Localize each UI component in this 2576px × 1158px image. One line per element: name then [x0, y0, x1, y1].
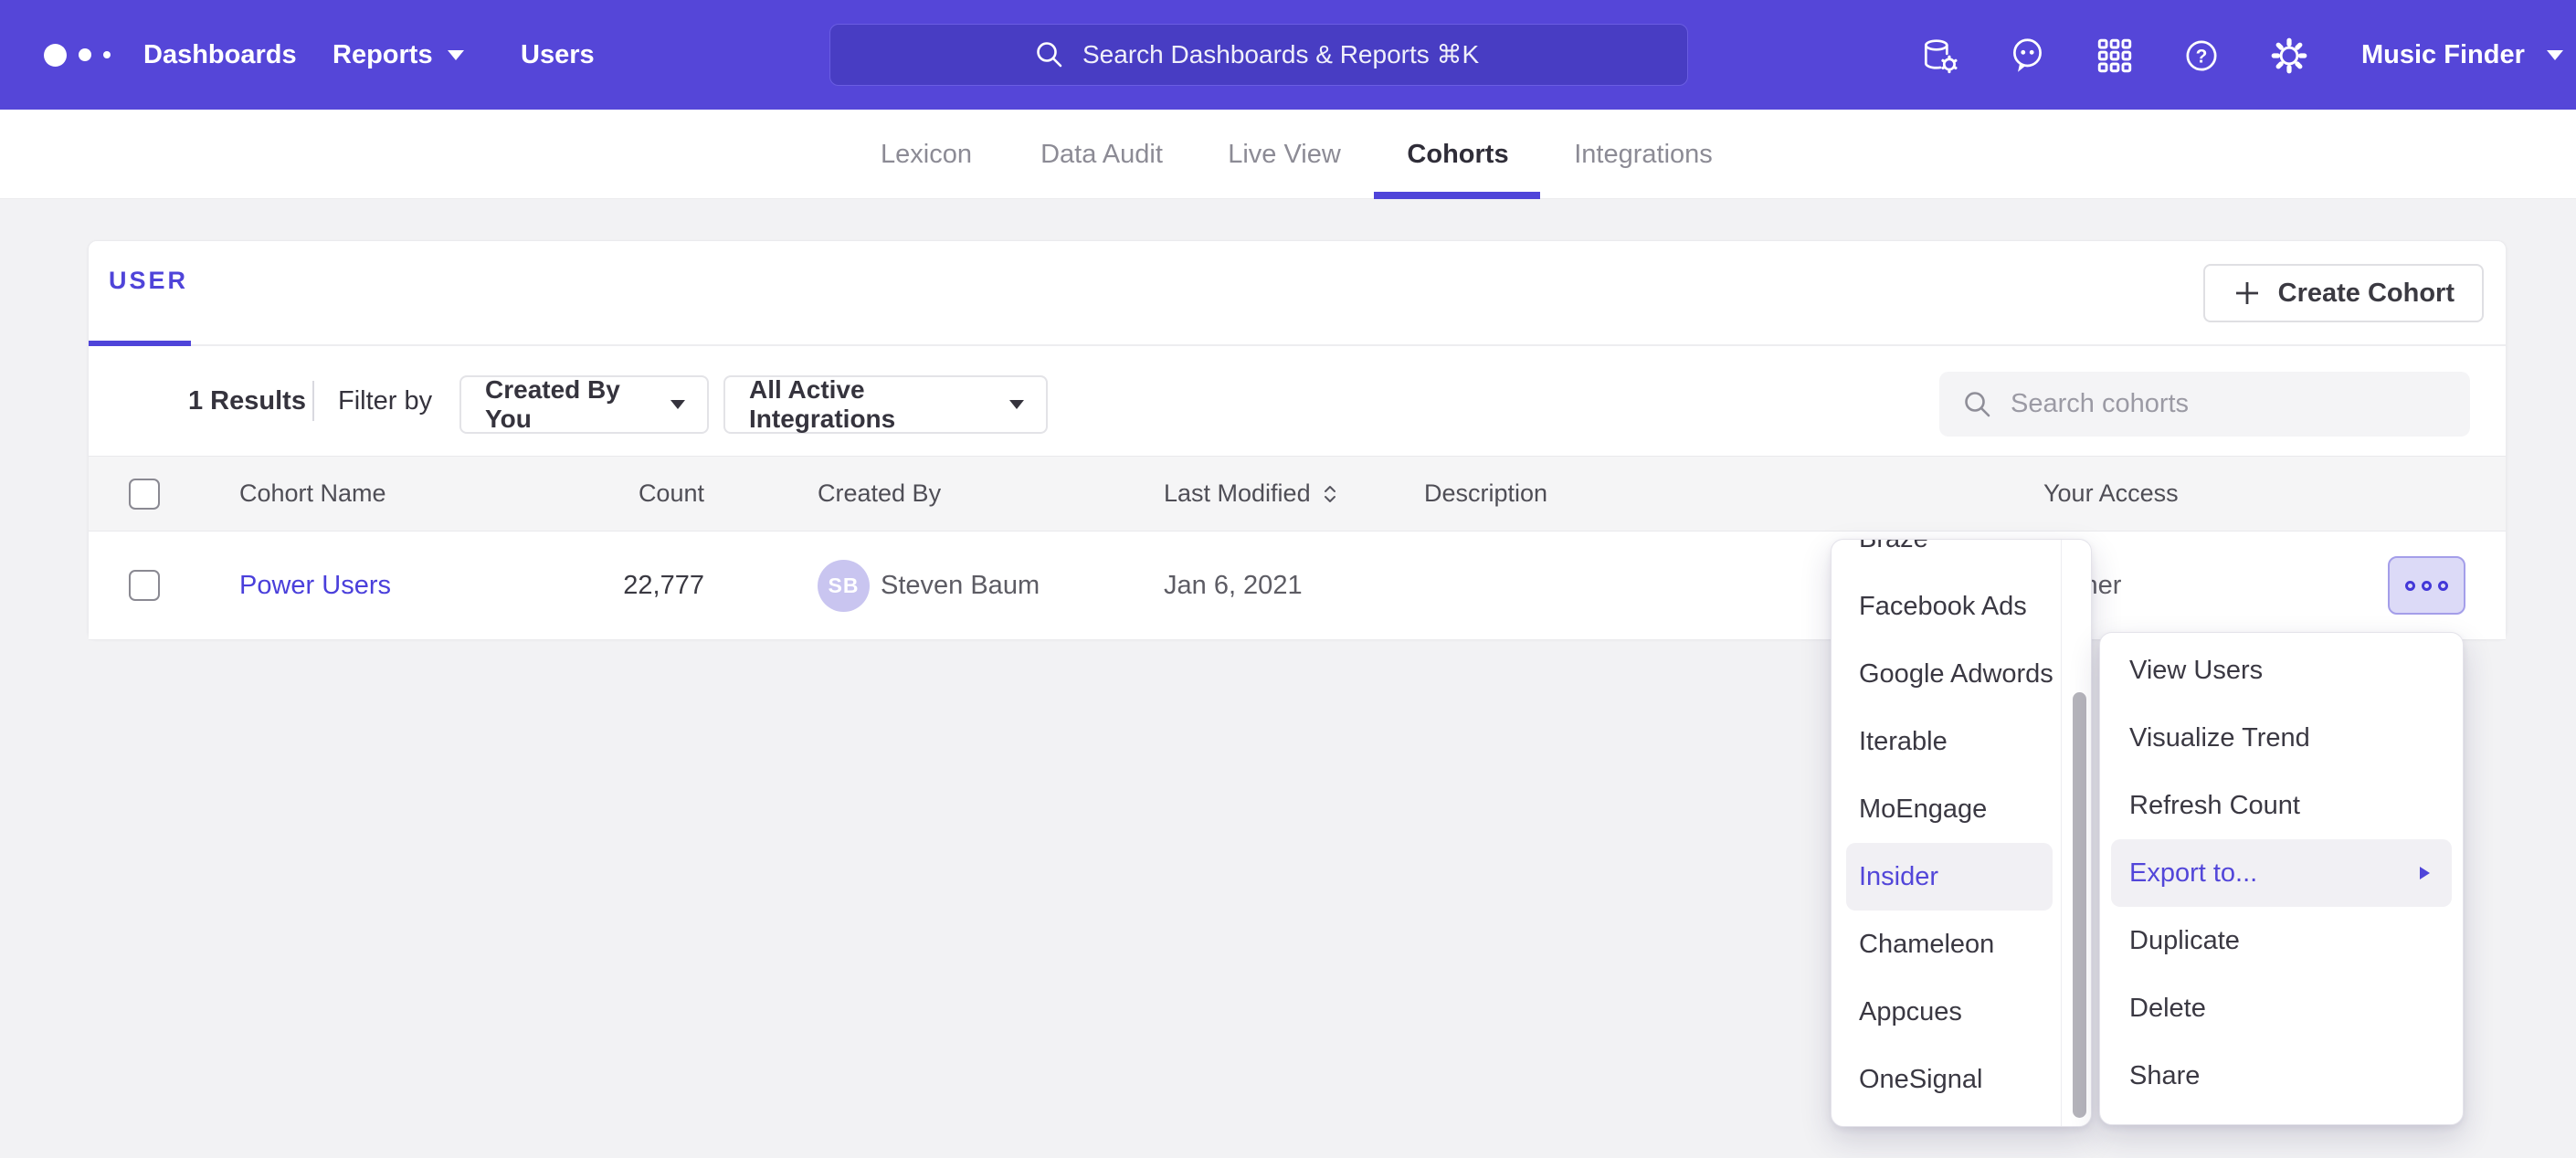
settings-icon[interactable] — [2268, 35, 2310, 77]
menu-item-visualize-trend[interactable]: Visualize Trend — [2100, 704, 2463, 772]
menu-item-view-users[interactable]: View Users — [2100, 637, 2463, 704]
row-checkbox[interactable] — [129, 570, 160, 601]
col-description: Description — [1424, 457, 1547, 531]
scrollbar-thumb[interactable] — [2073, 692, 2086, 1118]
top-navbar: Dashboards Reports Users — [0, 0, 2576, 110]
submenu-arrow-icon — [2417, 864, 2432, 882]
user-tab-indicator — [89, 341, 191, 346]
export-integrations-menu: Braze Facebook Ads Google Adwords Iterab… — [1831, 539, 2092, 1127]
apps-grid-icon[interactable] — [2094, 35, 2136, 77]
create-cohort-button[interactable]: Create Cohort — [2203, 264, 2484, 322]
col-last-modified[interactable]: Last Modified — [1164, 457, 1338, 531]
results-count: 1 Results — [188, 346, 306, 456]
cohorts-panel: USER Create Cohort 1 Results Filter by C… — [88, 240, 2507, 639]
menu-item-insider[interactable]: Insider — [1846, 843, 2053, 911]
select-all-checkbox[interactable] — [129, 479, 160, 510]
menu-item-appcues[interactable]: Appcues — [1832, 978, 2062, 1046]
menu-item-facebook-ads[interactable]: Facebook Ads — [1832, 573, 2062, 640]
divider — [2061, 540, 2062, 1126]
menu-item-duplicate[interactable]: Duplicate — [2100, 907, 2463, 974]
cohort-search-input[interactable] — [2011, 389, 2448, 419]
chevron-down-icon — [670, 400, 685, 409]
global-search-input[interactable] — [1082, 40, 1484, 69]
col-created-by: Created By — [818, 457, 941, 531]
active-tab-indicator — [1374, 192, 1540, 199]
chevron-down-icon — [2547, 50, 2563, 60]
divider — [312, 381, 314, 421]
cohort-name-link[interactable]: Power Users — [239, 571, 391, 601]
tab-data-audit[interactable]: Data Audit — [1040, 110, 1163, 199]
tab-integrations[interactable]: Integrations — [1574, 110, 1713, 199]
last-modified-date: Jan 6, 2021 — [1164, 571, 1303, 601]
menu-item-onesignal[interactable]: OneSignal — [1832, 1046, 2062, 1113]
data-governance-icon[interactable] — [1919, 35, 1961, 77]
menu-item-iterable[interactable]: Iterable — [1832, 708, 2062, 775]
menu-item-chameleon[interactable]: Chameleon — [1832, 911, 2062, 978]
nav-dashboards[interactable]: Dashboards — [143, 0, 297, 110]
col-count: Count — [527, 457, 704, 531]
col-cohort-name: Cohort Name — [239, 457, 386, 531]
plus-icon — [2233, 279, 2262, 308]
help-icon[interactable]: ? — [2180, 35, 2222, 77]
menu-item-delete[interactable]: Delete — [2100, 974, 2463, 1042]
cohort-search-bar[interactable] — [1939, 372, 2470, 437]
divider — [89, 344, 2506, 346]
menu-item-export-to[interactable]: Export to... — [2111, 839, 2452, 907]
table-row: Power Users 22,777 SB Steven Baum Jan 6,… — [89, 532, 2506, 640]
project-switcher[interactable]: Music Finder — [2361, 0, 2563, 110]
menu-item-refresh-count[interactable]: Refresh Count — [2100, 772, 2463, 839]
table-header: Cohort Name Count Created By Last Modifi… — [89, 456, 2506, 532]
ellipsis-icon — [2405, 581, 2415, 591]
search-icon — [1961, 388, 1994, 421]
nav-users[interactable]: Users — [521, 0, 595, 110]
row-actions-menu: View Users Visualize Trend Refresh Count… — [2099, 632, 2464, 1125]
brand-logo-icon[interactable] — [44, 0, 111, 110]
section-tabbar: Lexicon Data Audit Live View Cohorts Int… — [0, 110, 2576, 199]
chevron-down-icon — [448, 50, 464, 60]
avatar: SB — [818, 560, 870, 612]
tab-lexicon[interactable]: Lexicon — [881, 110, 972, 199]
tab-cohorts[interactable]: Cohorts — [1407, 110, 1508, 199]
sort-icon — [1322, 482, 1338, 506]
menu-item-braze[interactable]: Braze — [1832, 539, 2062, 573]
created-by-filter[interactable]: Created By You — [459, 375, 709, 434]
cohorts-page: Dashboards Reports Users — [0, 0, 2576, 1158]
tab-live-view[interactable]: Live View — [1228, 110, 1341, 199]
menu-item-moengage[interactable]: MoEngage — [1832, 775, 2062, 843]
nav-reports[interactable]: Reports — [333, 0, 464, 110]
integrations-filter[interactable]: All Active Integrations — [723, 375, 1048, 434]
col-your-access: Your Access — [2043, 457, 2179, 531]
global-search-bar[interactable] — [829, 24, 1688, 86]
filter-by-label: Filter by — [338, 346, 432, 456]
menu-item-google-adwords[interactable]: Google Adwords — [1832, 640, 2062, 708]
user-type-tab[interactable]: USER — [109, 267, 188, 295]
created-by-name: Steven Baum — [881, 571, 1040, 601]
svg-text:?: ? — [2196, 46, 2208, 67]
cohort-count: 22,777 — [623, 571, 704, 601]
integrations-list: Braze Facebook Ads Google Adwords Iterab… — [1832, 539, 2062, 1113]
row-actions-button[interactable] — [2388, 556, 2465, 615]
menu-item-share[interactable]: Share — [2100, 1042, 2463, 1110]
feedback-icon[interactable] — [2007, 35, 2049, 77]
search-icon — [1033, 38, 1066, 71]
project-name: Music Finder — [2361, 40, 2525, 70]
chevron-down-icon — [1009, 400, 1024, 409]
